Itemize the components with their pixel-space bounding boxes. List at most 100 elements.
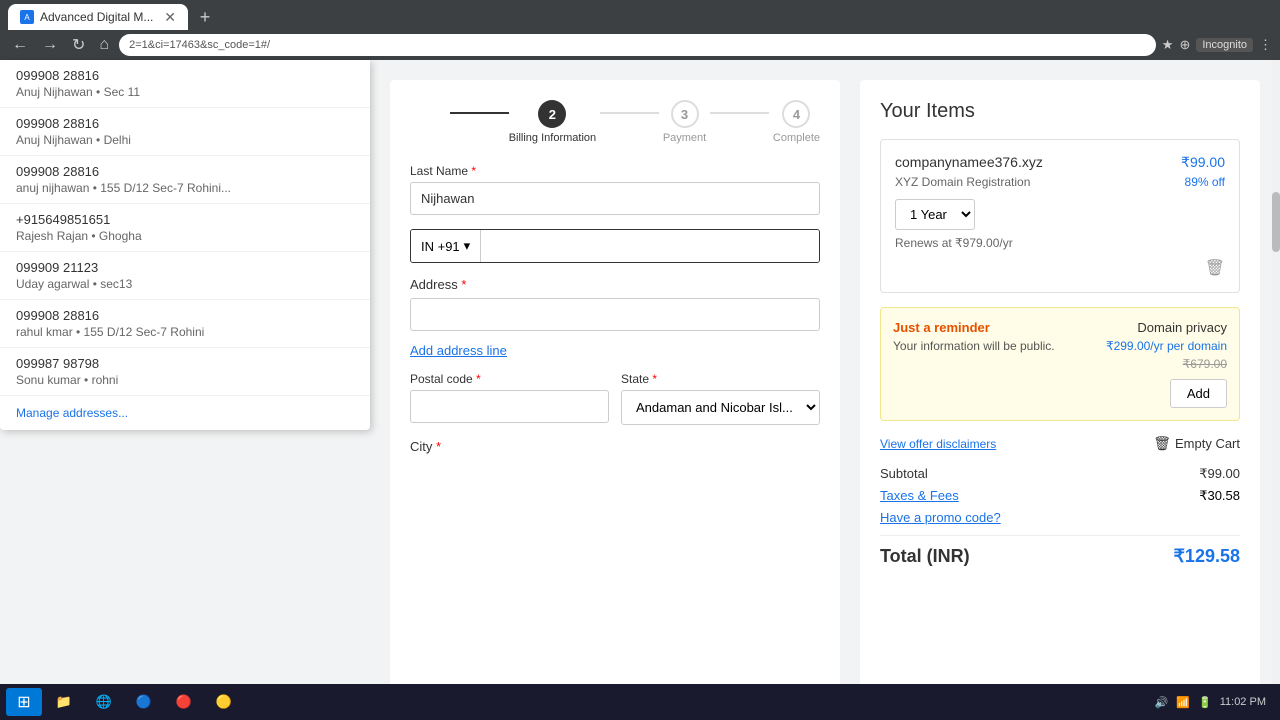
browser-icon: 🌐 <box>96 694 112 710</box>
domain-item: companynamee376.xyz ₹99.00 XYZ Domain Re… <box>880 139 1240 293</box>
reminder-title: Just a reminder <box>893 320 1096 335</box>
autocomplete-details-1: Anuj Nijhawan • Delhi <box>16 133 354 147</box>
view-offer-link[interactable]: View offer disclaimers <box>880 437 996 451</box>
taskbar-item-browser[interactable]: 🌐 <box>86 688 122 716</box>
taskbar-right: 🔊 📶 🔋 11:02 PM <box>1155 696 1274 709</box>
promo-code-link[interactable]: Have a promo code? <box>880 510 1240 525</box>
forward-button[interactable]: → <box>38 34 62 56</box>
postal-code-input[interactable] <box>410 390 609 423</box>
order-summary: Your Items companynamee376.xyz ₹99.00 XY… <box>860 80 1260 700</box>
add-privacy-button[interactable]: Add <box>1170 379 1227 408</box>
add-address-line-link[interactable]: Add address line <box>410 343 820 358</box>
edge-icon: 🔵 <box>136 694 152 710</box>
phone-prefix-selector[interactable]: IN +91 ▾ <box>411 230 481 262</box>
taskbar-item-app1[interactable]: 🔴 <box>166 688 202 716</box>
address-input[interactable] <box>410 298 820 331</box>
taskbar: ⊞ 📁 🌐 🔵 🔴 🟡 🔊 📶 🔋 11:02 PM <box>0 684 1280 720</box>
new-tab-button[interactable]: + <box>192 4 218 30</box>
taskbar-item-files[interactable]: 📁 <box>46 688 82 716</box>
extension-icon[interactable]: ⊕ <box>1179 37 1190 53</box>
progress-steps: 2 Billing Information 3 Payment 4 Comple… <box>410 100 820 144</box>
subtotal-row: Subtotal ₹99.00 <box>880 466 1240 482</box>
autocomplete-item-1[interactable]: 099908 28816 Anuj Nijhawan • Delhi <box>0 108 370 156</box>
privacy-original-price: ₹679.00 <box>1183 357 1227 371</box>
autocomplete-item-2[interactable]: 099908 28816 anuj nijhawan • 155 D/12 Se… <box>0 156 370 204</box>
battery-icon[interactable]: 🔋 <box>1198 696 1212 709</box>
autocomplete-phone-6: 099987 98798 <box>16 356 354 371</box>
step-payment: 3 Payment <box>663 100 706 144</box>
taxes-row: Taxes & Fees ₹30.58 <box>880 488 1240 504</box>
checkout-area: 2 Billing Information 3 Payment 4 Comple… <box>370 60 1280 720</box>
scrollbar-track[interactable] <box>1272 60 1280 720</box>
taxes-link[interactable]: Taxes & Fees <box>880 488 959 504</box>
back-button[interactable]: ← <box>8 34 32 56</box>
taxes-value: ₹30.58 <box>1199 488 1240 504</box>
autocomplete-phone-5: 099908 28816 <box>16 308 354 323</box>
delete-domain-button[interactable]: 🗑 <box>895 258 1225 278</box>
scrollbar-thumb[interactable] <box>1272 192 1280 252</box>
postal-label: Postal code * <box>410 372 609 386</box>
autocomplete-item-4[interactable]: 099909 21123 Uday agarwal • sec13 <box>0 252 370 300</box>
phone-number-input[interactable] <box>481 230 819 262</box>
domain-year-row: 1 Year <box>895 199 1225 230</box>
taskbar-item-edge[interactable]: 🔵 <box>126 688 162 716</box>
url-input[interactable]: 2=1&ci=17463&sc_code=1#/ <box>119 34 1156 56</box>
bookmark-icon[interactable]: ★ <box>1162 37 1174 53</box>
empty-cart-icon: 🗑 <box>1153 435 1171 452</box>
autocomplete-details-6: Sonu kumar • rohni <box>16 373 354 387</box>
step-line-1 <box>600 112 659 114</box>
last-name-input[interactable] <box>410 182 820 215</box>
autocomplete-item-6[interactable]: 099987 98798 Sonu kumar • rohni <box>0 348 370 396</box>
domain-row: companynamee376.xyz ₹99.00 <box>895 154 1225 171</box>
active-tab[interactable]: A Advanced Digital M... ✕ <box>8 4 188 30</box>
autocomplete-item-0[interactable]: 099908 28816 Anuj Nijhawan • Sec 11 <box>0 60 370 108</box>
browser-action-icons: ★ ⊕ Incognito ⋮ <box>1162 37 1272 53</box>
state-select[interactable]: Andaman and Nicobar Isl... <box>621 390 820 425</box>
offer-empty-row: View offer disclaimers 🗑 Empty Cart <box>880 435 1240 452</box>
reminder-text: Your information will be public. <box>893 339 1096 353</box>
tab-bar: A Advanced Digital M... ✕ + <box>0 0 1280 30</box>
step-label-payment: Payment <box>663 132 706 144</box>
autocomplete-details-3: Rajesh Rajan • Ghogha <box>16 229 354 243</box>
taskbar-clock: 11:02 PM <box>1220 696 1266 708</box>
incognito-badge: Incognito <box>1196 38 1253 52</box>
billing-form: 2 Billing Information 3 Payment 4 Comple… <box>390 80 840 700</box>
network-icon[interactable]: 📶 <box>1176 696 1190 709</box>
app1-icon: 🔴 <box>176 694 192 710</box>
home-button[interactable]: ⌂ <box>95 34 113 56</box>
last-name-label: Last Name * <box>410 164 820 178</box>
step-circle-payment: 3 <box>671 100 699 128</box>
taskbar-item-app2[interactable]: 🟡 <box>206 688 242 716</box>
year-select[interactable]: 1 Year <box>895 199 975 230</box>
address-group: Address * <box>410 277 820 339</box>
menu-icon[interactable]: ⋮ <box>1259 37 1272 53</box>
start-button[interactable]: ⊞ <box>6 688 42 716</box>
autocomplete-details-2: anuj nijhawan • 155 D/12 Sec-7 Rohini... <box>16 181 354 195</box>
state-label: State * <box>621 372 820 386</box>
address-bar: ← → ↻ ⌂ 2=1&ci=17463&sc_code=1#/ ★ ⊕ Inc… <box>0 30 1280 60</box>
tab-close-button[interactable]: ✕ <box>164 9 176 26</box>
autocomplete-details-0: Anuj Nijhawan • Sec 11 <box>16 85 354 99</box>
autocomplete-phone-1: 099908 28816 <box>16 116 354 131</box>
domain-price: ₹99.00 <box>1181 154 1225 171</box>
manage-addresses-link[interactable]: Manage addresses... <box>0 396 370 430</box>
phone-prefix-text: IN +91 <box>421 239 460 254</box>
total-label: Total (INR) <box>880 546 970 567</box>
reminder-box: Just a reminder Your information will be… <box>880 307 1240 421</box>
autocomplete-item-3[interactable]: +915649851651 Rajesh Rajan • Ghogha <box>0 204 370 252</box>
tab-title: Advanced Digital M... <box>40 10 153 24</box>
refresh-button[interactable]: ↻ <box>68 33 89 57</box>
volume-icon[interactable]: 🔊 <box>1155 696 1169 709</box>
step-billing: 2 Billing Information <box>509 100 596 144</box>
empty-cart-button[interactable]: 🗑 Empty Cart <box>1153 435 1240 452</box>
step-label-billing: Billing Information <box>509 132 596 144</box>
reminder-left: Just a reminder Your information will be… <box>893 320 1096 408</box>
privacy-price: ₹299.00/yr per domain <box>1106 339 1227 353</box>
domain-name: companynamee376.xyz <box>895 154 1043 170</box>
postal-code-group: Postal code * <box>410 372 609 425</box>
autocomplete-item-5[interactable]: 099908 28816 rahul kmar • 155 D/12 Sec-7… <box>0 300 370 348</box>
step-complete: 4 Complete <box>773 100 820 144</box>
step-line-2 <box>710 112 769 114</box>
total-value: ₹129.58 <box>1173 546 1240 567</box>
phone-dropdown-icon: ▾ <box>464 238 471 254</box>
